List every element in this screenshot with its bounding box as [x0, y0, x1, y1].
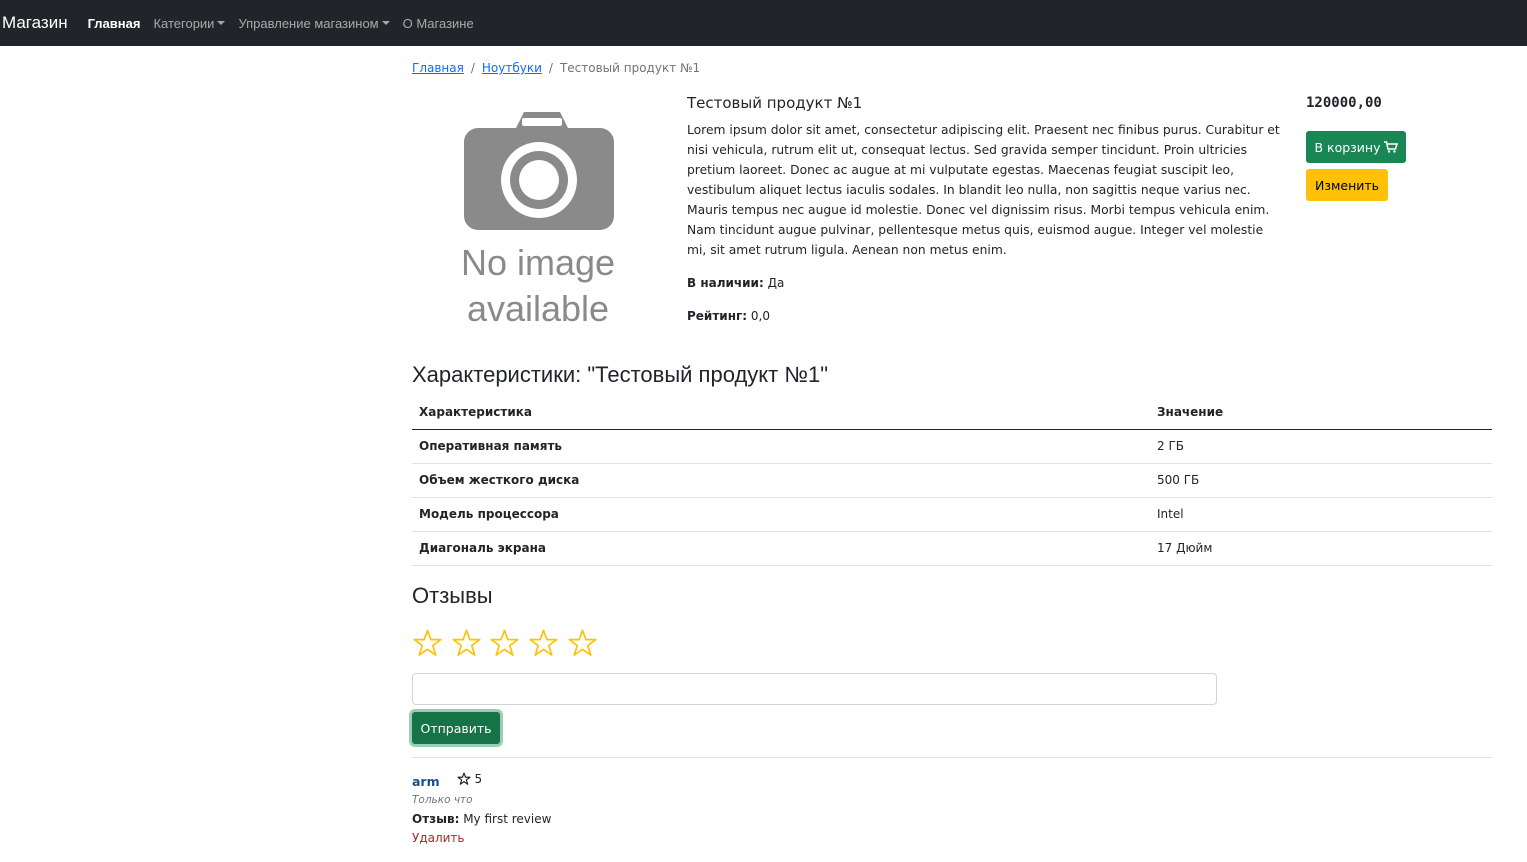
- characteristic-name: Объем жесткого диска: [412, 463, 1150, 498]
- rating-value: 0,0: [750, 309, 770, 323]
- breadcrumb-separator: /: [548, 61, 553, 75]
- rating-label: Рейтинг:: [687, 309, 748, 323]
- table-row: Диагональ экрана 17 Дюйм: [412, 531, 1492, 566]
- characteristics-table: Характеристика Значение Оперативная памя…: [412, 396, 1492, 566]
- header-characteristic: Характеристика: [412, 396, 1150, 430]
- table-header-row: Характеристика Значение: [412, 396, 1492, 430]
- star-icon[interactable]: [451, 628, 482, 659]
- send-review-button[interactable]: Отправить: [412, 712, 500, 744]
- delete-review-link[interactable]: Удалить: [412, 831, 551, 845]
- characteristic-value: 17 Дюйм: [1150, 531, 1492, 566]
- product-image-placeholder: No image available: [428, 100, 648, 335]
- review-time: Только что: [412, 794, 473, 806]
- characteristic-name: Диагональ экрана: [412, 531, 1150, 566]
- cart-icon: [1383, 141, 1398, 153]
- reviews-title: Отзывы: [412, 583, 493, 608]
- availability-label: В наличии:: [687, 276, 764, 290]
- table-row: Оперативная память 2 ГБ: [412, 429, 1492, 464]
- camera-icon: [464, 112, 614, 230]
- star-icon[interactable]: [412, 628, 443, 659]
- star-rating-input: [412, 628, 605, 659]
- no-image-text-line2: available: [466, 288, 610, 329]
- nav-about[interactable]: О Магазине: [403, 16, 474, 31]
- edit-button[interactable]: Изменить: [1306, 169, 1388, 201]
- characteristic-value: 2 ГБ: [1150, 429, 1492, 464]
- review-text-line: Отзыв: My first review: [412, 812, 551, 826]
- table-row: Объем жесткого диска 500 ГБ: [412, 463, 1492, 498]
- star-icon[interactable]: [567, 628, 598, 659]
- characteristic-value: 500 ГБ: [1150, 463, 1492, 498]
- review-author-link[interactable]: arm: [412, 774, 440, 789]
- product-description: Lorem ipsum dolor sit amet, consectetur …: [687, 123, 1280, 257]
- breadcrumb-home-link[interactable]: Главная: [412, 61, 464, 75]
- star-outline-icon: [457, 772, 471, 785]
- characteristic-value: Intel: [1150, 497, 1492, 532]
- nav-categories-label: Категории: [153, 15, 215, 31]
- add-to-cart-label: В корзину: [1314, 139, 1381, 155]
- breadcrumb-current: Тестовый продукт №1: [559, 61, 701, 75]
- characteristics-title: Характеристики: "Тестовый продукт №1": [412, 362, 829, 387]
- rating-line: Рейтинг: 0,0: [687, 307, 1287, 326]
- product-info: Тестовый продукт №1 Lorem ipsum dolor si…: [687, 93, 1287, 326]
- review-rating: 5: [457, 772, 482, 786]
- availability-line: В наличии: Да: [687, 274, 1287, 293]
- navbar: Магазин Главная Категории Управление маг…: [0, 0, 1527, 46]
- review-text: My first review: [463, 812, 552, 826]
- breadcrumb-separator: /: [470, 61, 475, 75]
- divider: [412, 757, 1492, 758]
- add-to-cart-button[interactable]: В корзину: [1306, 131, 1406, 163]
- nav-store-management-dropdown[interactable]: Управление магазином: [238, 15, 390, 31]
- brand-link[interactable]: Магазин: [2, 13, 68, 33]
- breadcrumb-category-link[interactable]: Ноутбуки: [482, 61, 542, 75]
- availability-value: Да: [767, 276, 785, 290]
- no-image-text-line1: No image: [460, 242, 616, 283]
- caret-down-icon: [381, 21, 390, 25]
- star-icon[interactable]: [489, 628, 520, 659]
- table-row: Модель процессора Intel: [412, 497, 1492, 532]
- review-text-label: Отзыв:: [412, 812, 460, 826]
- caret-down-icon: [217, 21, 226, 25]
- characteristic-name: Модель процессора: [412, 497, 1150, 532]
- characteristic-name: Оперативная память: [412, 429, 1150, 464]
- header-value: Значение: [1150, 396, 1492, 430]
- nav-store-management-label: Управление магазином: [238, 15, 379, 31]
- nav-home[interactable]: Главная: [88, 16, 141, 31]
- review-text-input[interactable]: [412, 673, 1217, 705]
- review-item: arm 5 Только что Отзыв: My first review …: [412, 772, 551, 845]
- star-icon[interactable]: [528, 628, 559, 659]
- review-header: arm 5: [412, 772, 551, 789]
- review-rating-value: 5: [474, 772, 483, 786]
- product-price: 120000,00: [1306, 95, 1382, 111]
- nav-categories-dropdown[interactable]: Категории: [153, 15, 226, 31]
- breadcrumb: Главная / Ноутбуки / Тестовый продукт №1: [412, 61, 700, 75]
- product-title: Тестовый продукт №1: [687, 94, 863, 112]
